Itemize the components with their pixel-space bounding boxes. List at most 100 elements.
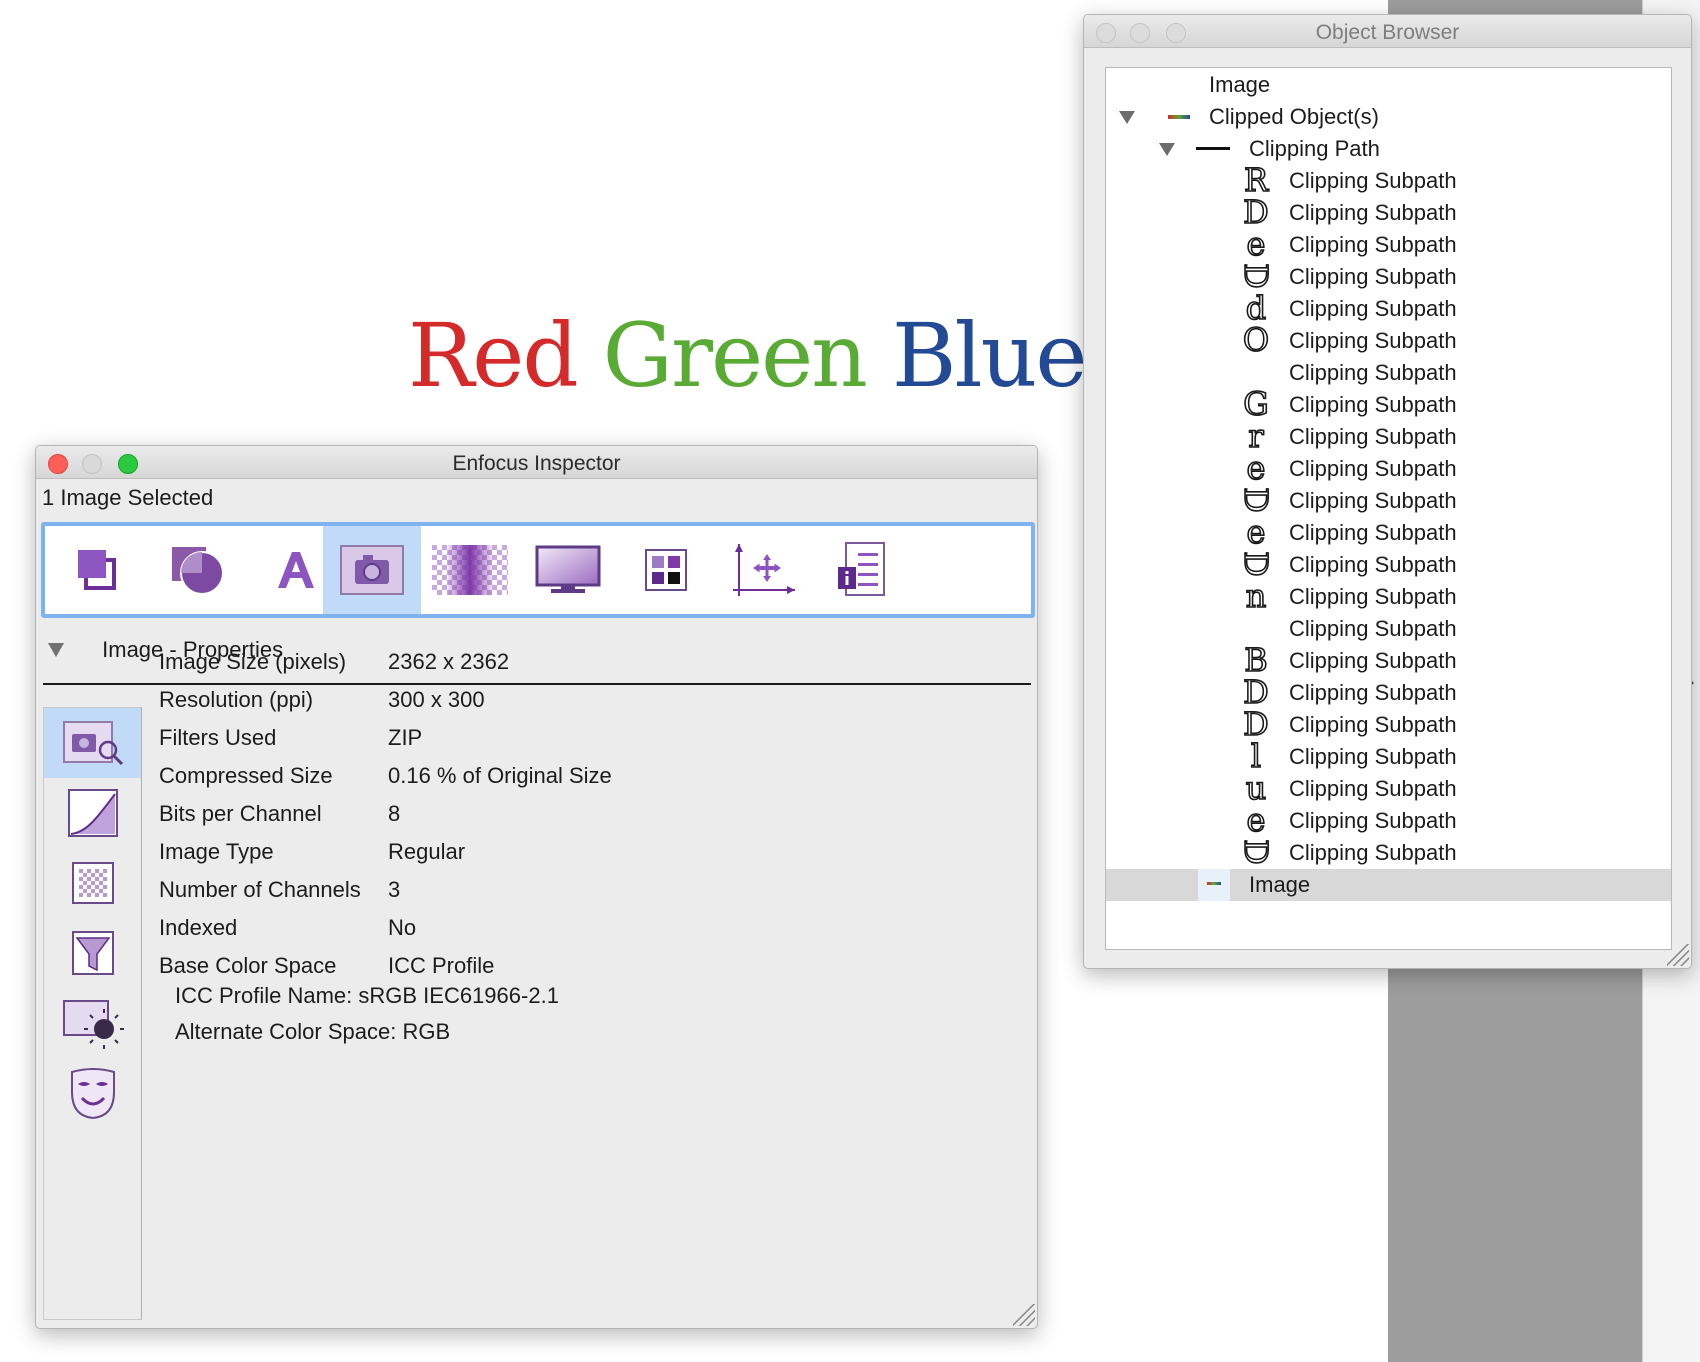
subpath-glyph-icon: n xyxy=(1245,577,1267,615)
tree-item-label: Clipping Subpath xyxy=(1289,616,1457,641)
resize-grip-icon[interactable] xyxy=(1013,1304,1035,1326)
disclosure-triangle-icon[interactable] xyxy=(1119,111,1135,124)
tree-item-label: Image xyxy=(1249,872,1311,897)
tree-item-clipping-subpath[interactable]: e Clipping Subpath xyxy=(1106,513,1671,551)
tree-item-label: Clipping Subpath xyxy=(1289,328,1457,353)
tree-item-clipping-subpath[interactable]: Clipping Subpath xyxy=(1106,613,1671,645)
curve-icon[interactable] xyxy=(44,778,141,848)
property-row: Bits per Channel 8 xyxy=(159,801,400,837)
subpath-glyph-icon: e xyxy=(1246,513,1267,551)
image-thumbnail-icon xyxy=(1198,869,1230,901)
image-properties-icon[interactable] xyxy=(44,708,141,778)
info-document-icon[interactable] xyxy=(813,526,911,614)
tree-item-clipping-subpath[interactable]: d Clipping Subpath xyxy=(1106,289,1671,327)
property-key: Compressed Size xyxy=(159,763,333,788)
property-row: Number of Channels 3 xyxy=(159,877,400,913)
arrange-icon[interactable] xyxy=(51,526,149,614)
mask-icon[interactable] xyxy=(44,1058,141,1128)
tree-item-label: Clipping Subpath xyxy=(1289,456,1457,481)
object-browser-window: Object Browser Image Clipped Object(s) C… xyxy=(1083,14,1692,969)
subpath-glyph-icon: e xyxy=(1246,225,1267,263)
icc-profile-name: ICC Profile Name: sRGB IEC61966-2.1 xyxy=(175,983,559,1008)
disclosure-triangle-icon[interactable] xyxy=(48,643,64,658)
inspector-title: Enfocus Inspector xyxy=(452,452,621,475)
position-move-icon[interactable] xyxy=(715,526,813,614)
property-row: Indexed No xyxy=(159,915,416,951)
color-swatch-icon[interactable] xyxy=(617,526,715,614)
tree-item-label: Clipped Object(s) xyxy=(1209,104,1379,129)
tree-item-label: Clipping Subpath xyxy=(1289,488,1457,513)
tree-item-clipped-objects[interactable]: Clipped Object(s) xyxy=(1106,101,1671,133)
tree-item-image-selected[interactable]: Image xyxy=(1106,869,1671,901)
selection-count: 1 Image Selected xyxy=(42,485,214,510)
tree-item-clipping-subpath[interactable]: e Clipping Subpath xyxy=(1106,449,1671,487)
property-key: Filters Used xyxy=(159,725,277,750)
tree-item-label: Clipping Path xyxy=(1249,136,1380,161)
browser-title: Object Browser xyxy=(1315,21,1460,44)
subpath-glyph-icon: e xyxy=(1246,449,1267,487)
tree-item-clipping-subpath[interactable]: O Clipping Subpath xyxy=(1106,321,1671,359)
tree-item-label: Clipping Subpath xyxy=(1289,552,1457,577)
tree-item-clipping-subpath[interactable]: B Clipping Subpath xyxy=(1106,641,1671,679)
tree-item-label: Clipping Subpath xyxy=(1289,776,1457,801)
tree-item-clipping-subpath[interactable]: D Clipping Subpath xyxy=(1106,705,1671,743)
light-icon[interactable] xyxy=(44,988,141,1058)
tree-item-clipping-subpath[interactable]: D Clipping Subpath xyxy=(1106,549,1671,581)
headline-red: Red xyxy=(408,304,579,407)
tree-item-clipping-subpath[interactable]: n Clipping Subpath xyxy=(1106,577,1671,615)
property-key: Base Color Space xyxy=(159,953,337,978)
path-thumbnail-icon xyxy=(1196,147,1230,150)
property-key: Indexed xyxy=(159,915,238,940)
camera-icon[interactable] xyxy=(323,526,421,614)
subpath-glyph-icon: O xyxy=(1242,321,1270,359)
shape-icon[interactable] xyxy=(149,526,247,614)
tree-item-clipping-subpath[interactable]: G Clipping Subpath xyxy=(1106,385,1671,423)
tree-item-label: Clipping Subpath xyxy=(1289,680,1457,705)
tree-item-clipping-subpath[interactable]: r Clipping Subpath xyxy=(1106,417,1671,455)
inspector-window: Enfocus Inspector 1 Image Selected Image… xyxy=(35,445,1038,1329)
tree-item-clipping-subpath[interactable]: u Clipping Subpath xyxy=(1106,769,1671,807)
thumbnail-icon xyxy=(1168,115,1190,119)
resize-grip-icon[interactable] xyxy=(1667,944,1689,966)
tree-item-label: Clipping Subpath xyxy=(1289,840,1457,865)
tree-item-clipping-subpath[interactable]: e Clipping Subpath xyxy=(1106,225,1671,263)
disclosure-triangle-icon[interactable] xyxy=(1159,143,1175,156)
property-category-rail xyxy=(43,707,142,1320)
tree-item-label: Clipping Subpath xyxy=(1289,200,1457,225)
property-value: 3 xyxy=(388,877,401,902)
tree-item-clipping-subpath[interactable]: D Clipping Subpath xyxy=(1106,673,1671,711)
checker-icon[interactable] xyxy=(44,848,141,918)
tree-item-clipping-path[interactable]: Clipping Path xyxy=(1106,133,1671,165)
tree-item-clipping-subpath[interactable]: D Clipping Subpath xyxy=(1106,837,1671,869)
tree-item-image-root[interactable]: Image xyxy=(1106,69,1671,101)
property-row: Filters Used ZIP xyxy=(159,725,422,761)
tree-item-clipping-subpath[interactable]: e Clipping Subpath xyxy=(1106,801,1671,839)
funnel-icon[interactable] xyxy=(44,918,141,988)
subpath-glyph-icon: D xyxy=(1236,838,1276,865)
tree-item-clipping-subpath[interactable]: Clipping Subpath xyxy=(1106,357,1671,389)
transparency-icon[interactable] xyxy=(421,526,519,614)
property-value: 300 x 300 xyxy=(388,687,485,712)
tree-item-clipping-subpath[interactable]: D Clipping Subpath xyxy=(1106,261,1671,293)
browser-titlebar[interactable]: Object Browser xyxy=(1084,15,1691,48)
property-key: Resolution (ppi) xyxy=(159,687,314,712)
subpath-glyph-icon: e xyxy=(1246,801,1267,839)
artwork-headline[interactable]: Red Green Blue xyxy=(408,304,1087,407)
object-tree: Image Clipped Object(s) Clipping Path RC… xyxy=(1105,67,1672,950)
tree-item-clipping-subpath[interactable]: l Clipping Subpath xyxy=(1106,737,1671,775)
inspector-titlebar[interactable]: Enfocus Inspector xyxy=(36,446,1037,479)
monitor-icon[interactable] xyxy=(519,526,617,614)
property-key: Bits per Channel xyxy=(159,801,322,826)
property-value: 8 xyxy=(388,801,401,826)
property-key: Image Size (pixels) xyxy=(159,649,347,674)
property-row: Image Type Regular xyxy=(159,839,465,875)
tree-item-label: Clipping Subpath xyxy=(1289,808,1457,833)
tree-item-label: Clipping Subpath xyxy=(1289,264,1457,289)
property-row: Compressed Size 0.16 % of Original Size xyxy=(159,763,612,799)
tree-item-clipping-subpath[interactable]: D Clipping Subpath xyxy=(1106,485,1671,517)
tree-item-label: Clipping Subpath xyxy=(1289,360,1457,385)
headline-green: Green xyxy=(602,304,868,407)
tree-item-clipping-subpath[interactable]: D Clipping Subpath xyxy=(1106,193,1671,231)
property-key: Number of Channels xyxy=(159,877,361,902)
tree-item-clipping-subpath[interactable]: R Clipping Subpath xyxy=(1106,161,1671,199)
